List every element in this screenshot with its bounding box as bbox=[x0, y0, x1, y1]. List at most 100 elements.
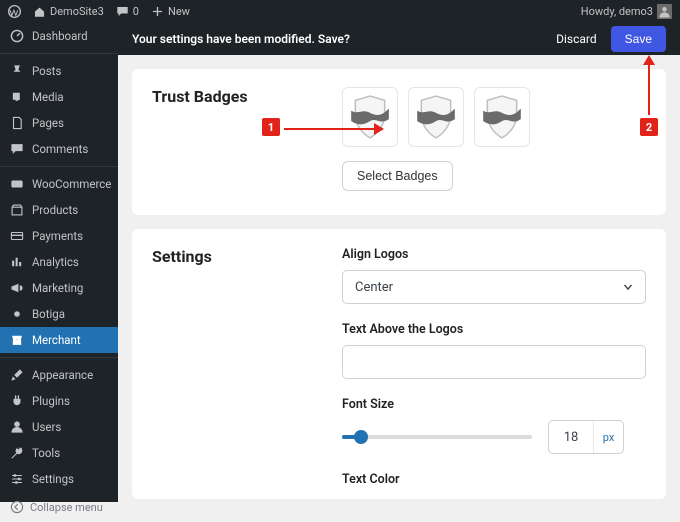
sidebar-item-products[interactable]: Products bbox=[0, 197, 118, 223]
sidebar-item-users[interactable]: Users bbox=[0, 414, 118, 440]
sidebar-item-analytics[interactable]: Analytics bbox=[0, 249, 118, 275]
font-size-value: 18 bbox=[549, 421, 593, 453]
sidebar-item-label: Users bbox=[32, 420, 61, 434]
admin-bar: DemoSite3 0 New Howdy, demo3 bbox=[0, 0, 680, 23]
comments-link[interactable]: 0 bbox=[116, 5, 139, 18]
wp-logo[interactable] bbox=[8, 5, 21, 18]
discard-button[interactable]: Discard bbox=[556, 32, 597, 46]
font-size-slider[interactable] bbox=[342, 435, 532, 439]
sidebar-item-payments[interactable]: Payments bbox=[0, 223, 118, 249]
sidebar-item-comments[interactable]: Comments bbox=[0, 136, 118, 162]
sidebar-item-label: Settings bbox=[32, 472, 74, 486]
avatar-icon bbox=[657, 4, 672, 19]
sidebar-separator bbox=[0, 166, 118, 167]
sidebar-item-label: Payments bbox=[32, 229, 83, 243]
sidebar-item-dashboard[interactable]: Dashboard bbox=[0, 23, 118, 49]
badge-icon bbox=[481, 94, 523, 140]
sidebar-item-label: Pages bbox=[32, 116, 64, 130]
main-content: Your settings have been modified. Save? … bbox=[118, 23, 680, 502]
pin-icon bbox=[10, 64, 24, 78]
product-icon bbox=[10, 203, 24, 217]
brush-icon bbox=[10, 368, 24, 382]
home-icon bbox=[33, 5, 46, 18]
sidebar-item-appearance[interactable]: Appearance bbox=[0, 362, 118, 388]
select-badges-button[interactable]: Select Badges bbox=[342, 161, 453, 191]
settings-panel: Settings Align Logos Center Text Above t… bbox=[132, 229, 666, 499]
card-icon bbox=[10, 229, 24, 243]
dot-icon bbox=[10, 307, 24, 321]
collapse-label: Collapse menu bbox=[30, 501, 103, 514]
new-label: New bbox=[168, 5, 190, 18]
badge-preview-1[interactable] bbox=[342, 87, 398, 147]
annotation-marker-2: 2 bbox=[640, 118, 658, 136]
sliders-icon bbox=[10, 472, 24, 486]
wordpress-icon bbox=[8, 5, 21, 18]
sidebar-item-plugins[interactable]: Plugins bbox=[0, 388, 118, 414]
badge-icon bbox=[349, 94, 391, 140]
text-above-input[interactable] bbox=[342, 345, 646, 379]
plug-icon bbox=[10, 394, 24, 408]
admin-sidebar: Dashboard Posts Media Pages Comments WooComme… bbox=[0, 23, 118, 502]
sidebar-item-label: Marketing bbox=[32, 281, 83, 295]
sidebar-item-label: Plugins bbox=[32, 394, 70, 408]
sidebar-item-merchant[interactable]: Merchant bbox=[0, 327, 118, 353]
woo-icon bbox=[10, 177, 24, 191]
sidebar-item-botiga[interactable]: Botiga bbox=[0, 301, 118, 327]
trust-badges-title: Trust Badges bbox=[152, 87, 342, 191]
settings-title: Settings bbox=[152, 247, 342, 495]
sidebar-separator bbox=[0, 357, 118, 358]
site-name-link[interactable]: DemoSite3 bbox=[33, 5, 104, 18]
page-icon bbox=[10, 116, 24, 130]
sidebar-item-woocommerce[interactable]: WooCommerce bbox=[0, 171, 118, 197]
sidebar-item-label: Posts bbox=[32, 64, 61, 78]
sidebar-item-label: Botiga bbox=[32, 307, 65, 321]
sidebar-item-settings[interactable]: Settings bbox=[0, 466, 118, 492]
howdy-account[interactable]: Howdy, demo3 bbox=[581, 4, 672, 19]
sidebar-item-media[interactable]: Media bbox=[0, 84, 118, 110]
unsaved-message: Your settings have been modified. Save? bbox=[132, 32, 350, 46]
sidebar-item-tools[interactable]: Tools bbox=[0, 440, 118, 466]
badges-preview-row bbox=[342, 87, 646, 147]
badge-preview-2[interactable] bbox=[408, 87, 464, 147]
wrench-icon bbox=[10, 446, 24, 460]
new-content-link[interactable]: New bbox=[151, 5, 190, 18]
dashboard-icon bbox=[10, 29, 24, 43]
sidebar-item-label: Appearance bbox=[32, 368, 93, 382]
sidebar-item-label: Media bbox=[32, 90, 64, 104]
site-name: DemoSite3 bbox=[50, 5, 104, 18]
megaphone-icon bbox=[10, 281, 24, 295]
sidebar-item-label: Analytics bbox=[32, 255, 79, 269]
sidebar-item-label: Merchant bbox=[32, 333, 81, 347]
sidebar-item-pages[interactable]: Pages bbox=[0, 110, 118, 136]
align-logos-value: Center bbox=[355, 280, 393, 295]
trust-badges-panel: Trust Badges Select Badges bbox=[132, 69, 666, 215]
sidebar-item-posts[interactable]: Posts bbox=[0, 58, 118, 84]
comment-count: 0 bbox=[133, 5, 139, 18]
collapse-icon bbox=[10, 500, 24, 514]
align-logos-label: Align Logos bbox=[342, 247, 646, 262]
text-above-label: Text Above the Logos bbox=[342, 322, 646, 337]
comment-icon bbox=[116, 5, 129, 18]
comment-icon bbox=[10, 142, 24, 156]
save-button[interactable]: Save bbox=[611, 26, 666, 52]
sidebar-separator bbox=[0, 53, 118, 54]
collapse-menu[interactable]: Collapse menu bbox=[0, 492, 118, 522]
chevron-down-icon bbox=[621, 280, 635, 294]
unsaved-changes-bar: Your settings have been modified. Save? … bbox=[118, 23, 680, 55]
font-size-label: Font Size bbox=[342, 397, 646, 412]
annotation-marker-1: 1 bbox=[262, 118, 280, 136]
sidebar-item-label: WooCommerce bbox=[32, 177, 111, 191]
font-size-input[interactable]: 18 px bbox=[548, 420, 624, 454]
badge-icon bbox=[415, 94, 457, 140]
font-size-unit: px bbox=[593, 421, 623, 453]
plus-icon bbox=[151, 5, 164, 18]
align-logos-select[interactable]: Center bbox=[342, 270, 646, 304]
sidebar-item-label: Dashboard bbox=[32, 29, 88, 43]
text-color-label: Text Color bbox=[342, 472, 646, 487]
sidebar-item-label: Comments bbox=[32, 142, 88, 156]
merchant-icon bbox=[10, 333, 24, 347]
badge-preview-3[interactable] bbox=[474, 87, 530, 147]
sidebar-item-label: Products bbox=[32, 203, 78, 217]
analytics-icon bbox=[10, 255, 24, 269]
sidebar-item-marketing[interactable]: Marketing bbox=[0, 275, 118, 301]
